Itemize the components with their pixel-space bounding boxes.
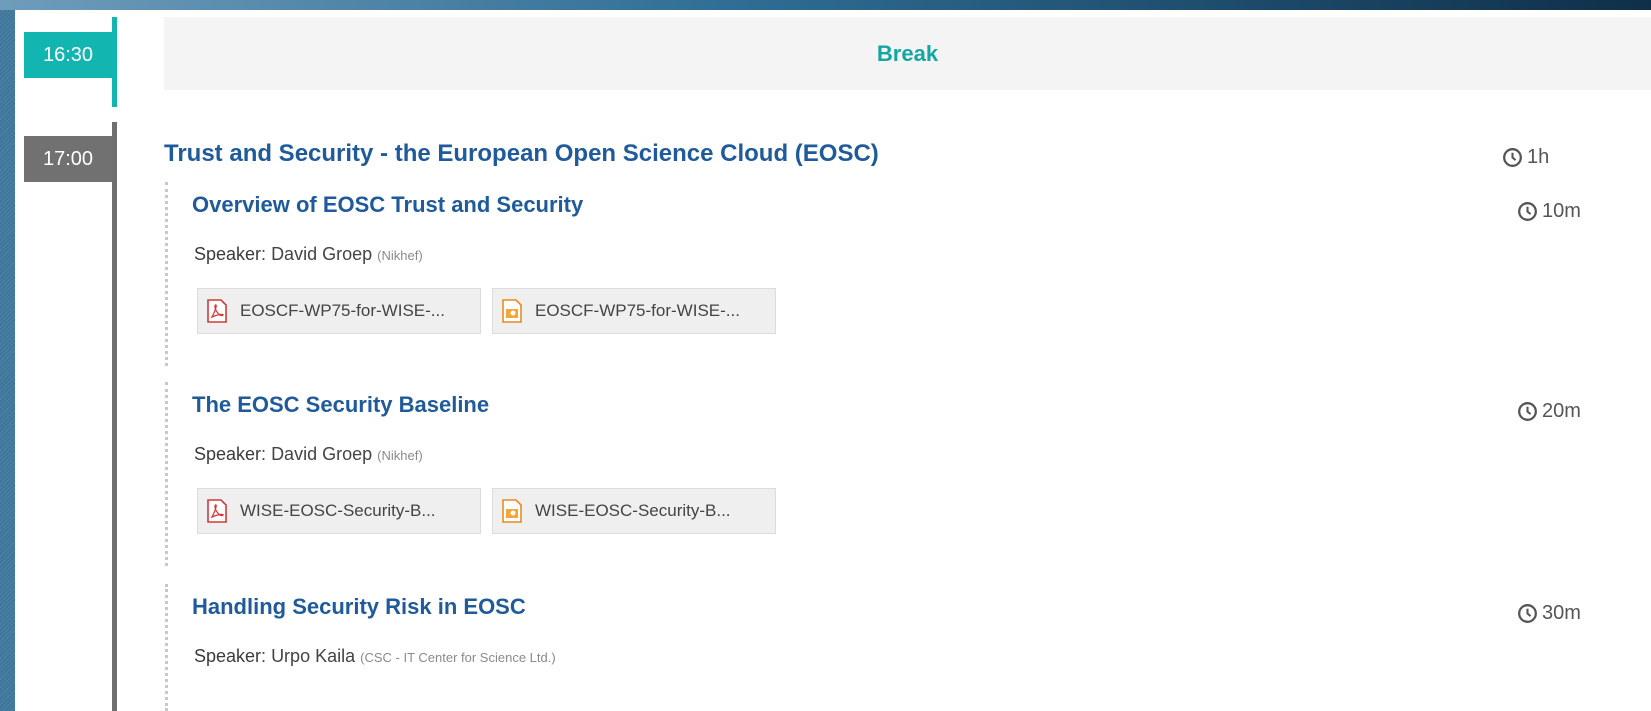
pdf-file-icon [207,299,227,323]
attachment-pdf[interactable]: WISE-EOSC-Security-B... [197,488,481,534]
break-row: Break [164,17,1651,90]
clock-icon [1518,604,1537,623]
speaker-name: David Groep [271,244,373,264]
talk-1-duration: 10m [1517,200,1581,223]
speaker-affiliation: (Nikhef) [377,448,423,463]
session-duration: 1h [1502,146,1549,169]
speaker-label: Speaker [194,444,262,464]
talk-1-title[interactable]: Overview of EOSC Trust and Security [192,192,583,218]
speaker-label: Speaker [194,244,262,264]
talk-3-duration: 30m [1517,602,1581,625]
talk-3-duration-text: 30m [1542,602,1581,624]
attachment-ppt[interactable]: EOSCF-WP75-for-WISE-... [492,288,776,334]
talk-3: Handling Security Risk in EOSC Speaker: … [165,584,556,711]
speaker-name: Urpo Kaila [271,646,356,666]
time-badge-break: 16:30 [24,32,112,78]
speaker-name: David Groep [271,444,373,464]
session-title[interactable]: Trust and Security - the European Open S… [164,140,879,168]
talk-3-title[interactable]: Handling Security Risk in EOSC [192,594,526,620]
presentation-file-icon [502,499,522,523]
talk-1-duration-text: 10m [1542,200,1581,222]
attachment-name: EOSCF-WP75-for-WISE-... [240,301,445,320]
attachment-pdf[interactable]: EOSCF-WP75-for-WISE-... [197,288,481,334]
attachment-ppt[interactable]: WISE-EOSC-Security-B... [492,488,776,534]
session-duration-text: 1h [1527,146,1550,168]
speaker-affiliation: (Nikhef) [377,248,423,263]
window-top-bar [0,0,1651,10]
attachment-name: EOSCF-WP75-for-WISE-... [535,301,740,320]
timeline-line-break [112,17,117,107]
clock-icon [1503,148,1522,167]
clock-icon [1518,402,1537,421]
speaker-affiliation: (CSC - IT Center for Science Ltd.) [360,650,556,665]
pdf-file-icon [207,499,227,523]
talk-2-speaker: Speaker: David Groep (Nikhef) [194,444,423,464]
talk-2-duration-text: 20m [1542,400,1581,422]
timetable-panel: 16:30 Break 17:00 Trust and Security - t… [15,10,1651,711]
talk-3-speaker: Speaker: Urpo Kaila (CSC - IT Center for… [194,646,556,666]
speaker-label: Speaker [194,646,262,666]
time-badge-session: 17:00 [24,136,112,182]
timeline-line-session [112,122,117,711]
talk-1: Overview of EOSC Trust and Security Spea… [165,182,776,366]
presentation-file-icon [502,299,522,323]
talk-2-title[interactable]: The EOSC Security Baseline [192,392,489,418]
break-label: Break [876,40,939,66]
talk-2-duration: 20m [1517,400,1581,423]
attachment-name: WISE-EOSC-Security-B... [240,501,436,520]
talk-1-speaker: Speaker: David Groep (Nikhef) [194,244,423,264]
talk-2: The EOSC Security Baseline Speaker: Davi… [165,382,776,566]
attachment-name: WISE-EOSC-Security-B... [535,501,731,520]
clock-icon [1518,202,1537,221]
